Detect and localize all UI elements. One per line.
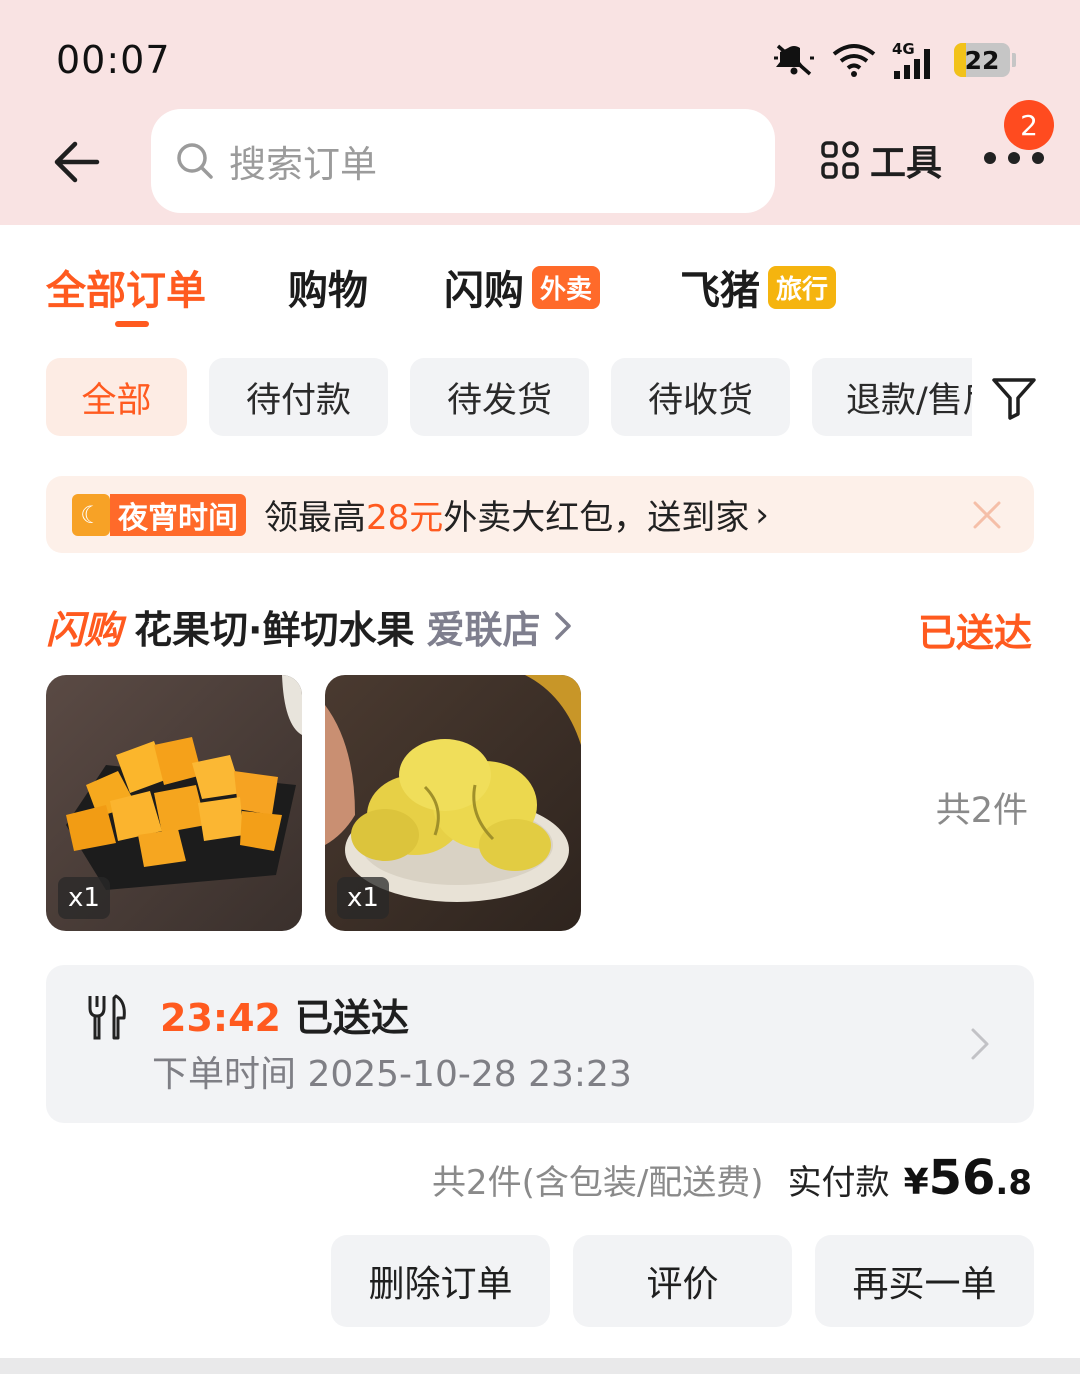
notification-badge: 2 (1004, 100, 1054, 150)
chip-refund[interactable]: 退款/售后 (812, 358, 972, 436)
signal-icon: 4G (892, 41, 930, 79)
item-count: 共2件 (935, 791, 1028, 831)
store-name: 花果切·鲜切水果 (134, 607, 415, 652)
tab-tag-travel: 旅行 (768, 265, 837, 309)
delivery-line: 23:42 已送达 (160, 987, 409, 1042)
search-placeholder: 搜索订单 (229, 143, 377, 186)
more-dot-icon (1008, 152, 1020, 164)
chip-all[interactable]: 全部 (46, 358, 187, 436)
store-branch: 爱联店 (426, 607, 541, 652)
tab-label: 购物 (288, 268, 368, 314)
store-header[interactable]: 闪购 花果切·鲜切水果 爱联店 (46, 598, 576, 654)
product-image-durian[interactable]: x1 (325, 675, 581, 931)
chevron-right-icon (971, 1028, 989, 1060)
item-quantity: x1 (337, 877, 389, 919)
tab-label: 闪购 (444, 268, 524, 314)
filter-icon[interactable] (990, 376, 1038, 420)
battery-level: 22 (964, 45, 1000, 75)
promo-label: 夜宵时间 (110, 493, 246, 536)
wifi-icon (832, 44, 876, 77)
chip-pending-shipment[interactable]: 待发货 (410, 358, 589, 436)
tab-fliggy[interactable]: 飞猪 旅行 (680, 258, 837, 316)
review-button[interactable]: 评价 (573, 1235, 792, 1327)
order-total: 共2件(含包装/配送费) 实付款 ¥56.8 (432, 1150, 1032, 1210)
bottom-edge (0, 1358, 1080, 1374)
product-image-mango[interactable]: x1 (46, 675, 302, 931)
tab-all-orders[interactable]: 全部订单 (46, 258, 206, 316)
order-time: 下单时间 2025-10-28 23:23 (152, 1054, 632, 1095)
back-button[interactable] (46, 132, 106, 192)
utensils-icon (88, 994, 126, 1040)
tab-shopping[interactable]: 购物 (288, 258, 368, 316)
search-icon (177, 143, 213, 179)
svg-text:4G: 4G (892, 41, 915, 58)
delivery-time: 23:42 (160, 996, 281, 1040)
chevron-right-icon: › (755, 494, 769, 535)
more-dot-icon (984, 152, 996, 164)
close-icon[interactable] (972, 500, 1002, 530)
status-icons: 4G 22 (772, 40, 1016, 80)
paid-amount: ¥56.8 (903, 1150, 1032, 1206)
promo-banner[interactable]: ☾ 夜宵时间 领最高28元外卖大红包，送到家 › (46, 476, 1034, 553)
delivery-status: 已送达 (294, 996, 409, 1040)
paid-label: 实付款 (787, 1163, 890, 1203)
total-description: 共2件(含包装/配送费) (431, 1163, 764, 1203)
rebuy-button[interactable]: 再买一单 (815, 1235, 1034, 1327)
tab-label: 全部订单 (46, 268, 206, 314)
filter-chips: 全部 待付款 待发货 待收货 退款/售后 (46, 358, 972, 438)
back-arrow-icon (54, 141, 100, 183)
delivery-info-card[interactable]: 23:42 已送达 下单时间 2025-10-28 23:23 (46, 965, 1034, 1123)
status-time: 00:07 (56, 38, 171, 82)
flash-buy-logo: 闪购 (46, 607, 123, 652)
tab-tag-takeout: 外卖 (532, 265, 601, 309)
order-status: 已送达 (917, 611, 1032, 655)
tools-button[interactable]: 工具 (820, 134, 942, 186)
battery-icon: 22 (954, 43, 1016, 77)
active-tab-indicator (115, 321, 149, 327)
moon-logo-icon: ☾ (72, 493, 110, 536)
chip-pending-receipt[interactable]: 待收货 (611, 358, 790, 436)
search-input[interactable]: 搜索订单 (151, 109, 775, 213)
more-button[interactable] (984, 146, 1044, 170)
grid-icon (821, 141, 859, 179)
chip-pending-payment[interactable]: 待付款 (209, 358, 388, 436)
tab-label: 飞猪 (680, 268, 760, 314)
order-tabs: 全部订单 购物 闪购 外卖 飞猪 旅行 (46, 258, 1036, 328)
tab-flash-buy[interactable]: 闪购 外卖 (444, 258, 601, 316)
more-dot-icon (1032, 152, 1044, 164)
item-quantity: x1 (58, 877, 110, 919)
tools-label: 工具 (870, 143, 943, 184)
chevron-right-icon (555, 612, 572, 640)
promo-text: 领最高28元外卖大红包，送到家 (264, 498, 750, 538)
mute-icon (774, 44, 814, 76)
delete-order-button[interactable]: 删除订单 (331, 1235, 550, 1327)
